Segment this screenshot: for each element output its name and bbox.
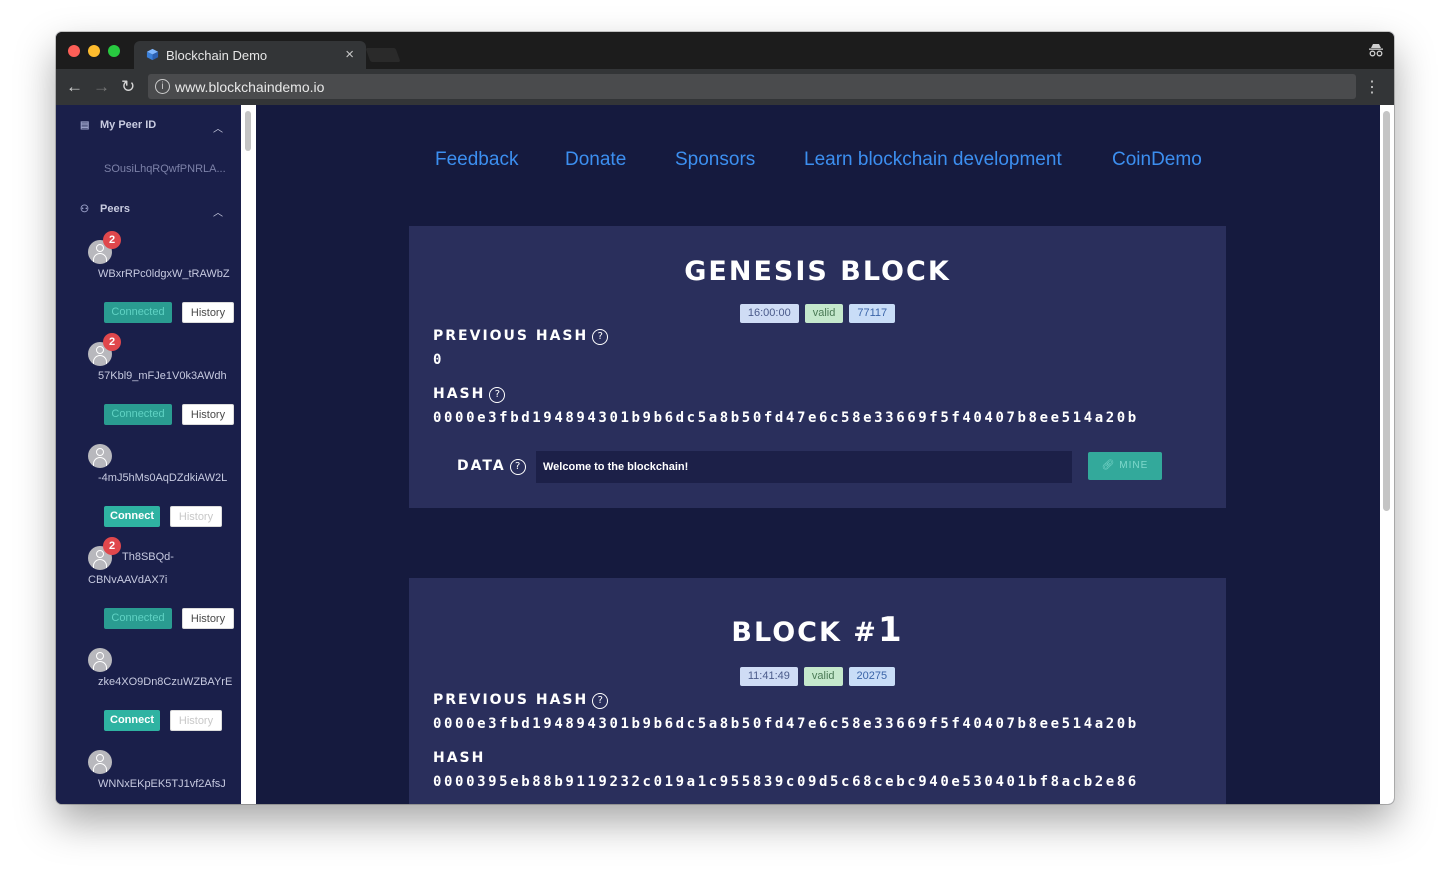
previous-hash-label: PREVIOUS HASH [433,692,589,708]
history-button[interactable]: History [182,404,234,425]
block-title: BLOCK #1 [409,610,1226,650]
history-button: History [170,506,222,527]
incognito-icon [1369,44,1383,57]
connected-button[interactable]: Connected [104,608,172,629]
help-icon[interactable]: ? [592,693,609,709]
chevron-up-icon[interactable]: ︿ [213,120,223,135]
main-content: Feedback Donate Sponsors Learn blockchai… [256,105,1380,804]
timestamp-badge: 11:41:49 [739,667,798,686]
nonce-badge: 20275 [848,667,896,686]
peer-name-continued: CBNvAAVdAX7i [88,574,168,586]
timestamp-badge: 16:00:00 [739,304,799,323]
nav-link-sponsors[interactable]: Sponsors [675,149,755,171]
data-input[interactable] [536,451,1072,483]
data-heading: DATA? [457,458,526,475]
previous-hash-value: 0 [433,352,445,368]
avatar [88,750,112,774]
history-button[interactable]: History [182,608,234,629]
tab-title: Blockchain Demo [166,48,268,63]
peer-name: -4mJ5hMs0AqDZdkiAW2L [98,472,228,484]
previous-hash-value: 0000e3fbd194894301b9b6dc5a8b50fd47e6c58e… [433,716,1139,732]
help-icon[interactable]: ? [509,459,526,475]
link-icon: 🔗︎ [1101,460,1120,471]
browser-menu-icon[interactable]: ⋮ [1364,77,1380,97]
forward-arrow-icon[interactable]: → [93,77,110,97]
connected-button[interactable]: Connected [104,302,172,323]
hash-heading: HASH? [433,386,506,403]
scrollbar-thumb[interactable] [245,111,251,151]
notification-badge: 2 [103,231,121,249]
browser-tab[interactable]: Blockchain Demo × [134,41,366,69]
peer-name: WBxrRPc0ldgxW_tRAWbZ [98,268,230,280]
notification-badge: 2 [103,333,121,351]
block-title: GENESIS BLOCK [684,256,951,287]
browser-toolbar: ← → ↻ i www.blockchaindemo.io ⋮ [56,69,1394,105]
status-badge: valid [803,667,843,686]
close-tab-icon[interactable]: × [345,46,354,63]
previous-hash-heading: PREVIOUS HASH? [433,692,609,709]
hash-value: 0000e3fbd194894301b9b6dc5a8b50fd47e6c58e… [433,410,1139,426]
status-badge: valid [804,304,844,323]
nav-link-learn[interactable]: Learn blockchain development [804,149,1062,171]
connected-button[interactable]: Connected [104,404,172,425]
browser-window: Blockchain Demo × ← → ↻ i www.blockchain… [56,32,1394,804]
cube-icon [146,48,159,61]
connect-button[interactable]: Connect [104,506,160,527]
my-peer-id-header[interactable]: ▤ My Peer ID [80,119,156,131]
avatar [88,444,112,468]
peer-name: WNNxEKpEK5TJ1vf2AfsJ [98,778,226,790]
minimize-window-button[interactable] [88,45,100,57]
peers-header[interactable]: ⚇ Peers [80,203,130,215]
peers-label: Peers [100,203,130,215]
main-scrollbar[interactable] [1380,105,1394,804]
hash-label: HASH [433,386,486,402]
block-tags: 11:41:49 valid 20275 [409,666,1226,686]
history-button: History [170,710,222,731]
info-icon[interactable]: i [155,79,170,94]
nav-link-coindemo[interactable]: CoinDemo [1112,149,1202,171]
chevron-up-icon[interactable]: ︿ [213,204,223,219]
block-number: 1 [877,610,904,650]
help-icon[interactable]: ? [592,329,609,345]
block-card: BLOCK #1 11:41:49 valid 20275 PREVIOUS HAS… [409,578,1226,804]
previous-hash-label: PREVIOUS HASH [433,328,589,344]
back-arrow-icon[interactable]: ← [66,77,83,97]
tab-bar: Blockchain Demo × [56,32,1394,69]
history-button[interactable]: History [182,302,234,323]
reload-icon[interactable]: ↻ [121,77,135,97]
peer-name: 57Kbl9_mFJe1V0k3AWdh [98,370,227,382]
previous-hash-heading: PREVIOUS HASH? [433,328,609,345]
help-icon[interactable]: ? [489,387,506,403]
scrollbar-thumb[interactable] [1383,111,1390,511]
genesis-block-card: GENESIS BLOCK 16:00:00 valid 77117 PREVIOU… [409,226,1226,508]
sidebar-scrollbar[interactable] [241,105,256,804]
id-card-icon: ▤ [80,120,90,131]
new-tab-button[interactable] [365,48,401,62]
address-bar[interactable]: i www.blockchaindemo.io [148,74,1356,99]
mine-button[interactable]: 🔗︎ MINE [1088,452,1162,480]
url-text: www.blockchaindemo.io [175,79,325,95]
sidebar: ▤ My Peer ID ︿ SOusiLhqRQwfPNRLA... ⚇ Peer… [56,105,241,804]
avatar [88,648,112,672]
peer-name: Th8SBQd- [122,551,174,563]
data-label: DATA [457,458,506,474]
nonce-badge: 77117 [849,304,896,323]
nav-link-donate[interactable]: Donate [565,149,626,171]
hash-heading: HASH [433,750,485,766]
block-title-prefix: BLOCK # [731,617,878,648]
peers-icon: ⚇ [80,204,89,215]
nav-link-feedback[interactable]: Feedback [435,149,518,171]
my-peer-id-label: My Peer ID [100,119,157,131]
maximize-window-button[interactable] [108,45,120,57]
block-tags: 16:00:00 valid 77117 [409,303,1226,323]
mine-label: MINE [1119,460,1149,471]
peer-name: zke4XO9Dn8CzuWZBAYrE [98,676,233,688]
close-window-button[interactable] [68,45,80,57]
my-peer-id-value: SOusiLhqRQwfPNRLA... [104,163,226,175]
notification-badge: 2 [103,537,121,555]
hash-label: HASH [433,750,486,766]
hash-value: 0000395eb88b9119232c019a1c955839c09d5c68… [433,774,1139,790]
connect-button[interactable]: Connect [104,710,160,731]
